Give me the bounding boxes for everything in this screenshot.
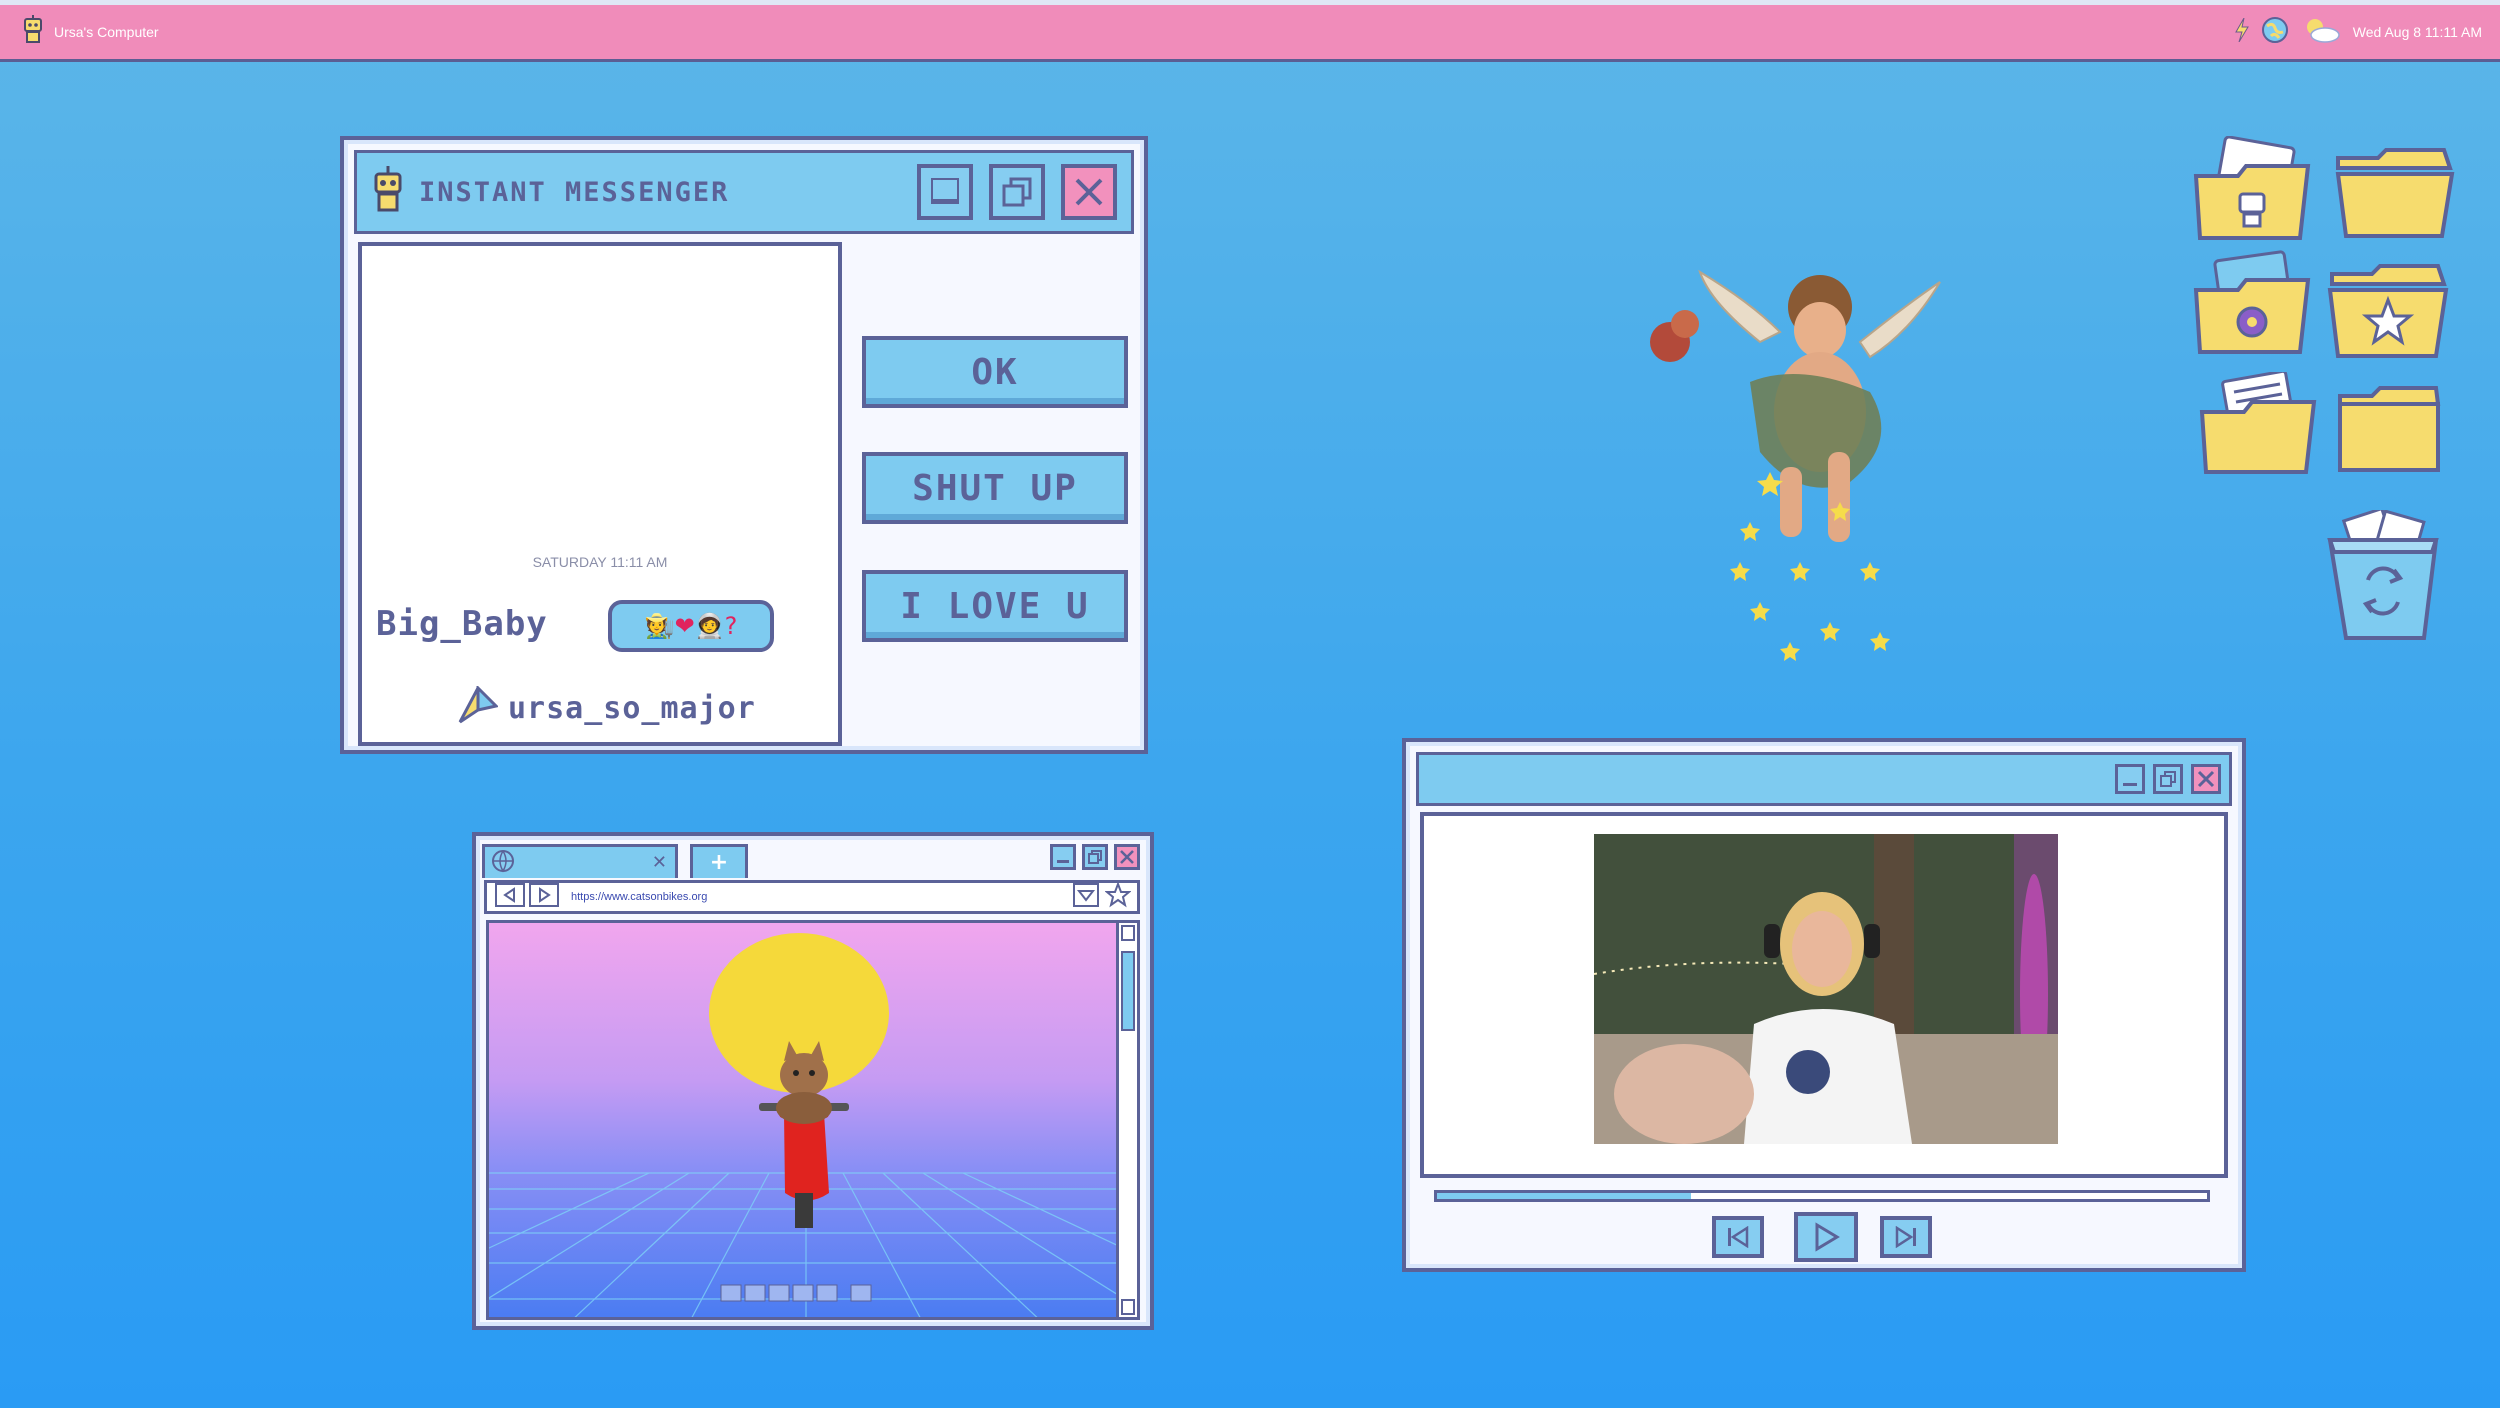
close-button[interactable]: [1114, 844, 1140, 870]
maximize-button[interactable]: [989, 164, 1045, 220]
lightning-icon[interactable]: [2234, 17, 2249, 46]
message-bubble: 🧑‍🌾❤🧑‍🚀?: [608, 600, 774, 652]
web-content[interactable]: [486, 920, 1120, 1320]
star-bookmark-icon[interactable]: [1104, 881, 1132, 912]
recycle-bin-icon[interactable]: [2324, 506, 2442, 646]
scroll-up-icon[interactable]: [1121, 925, 1135, 941]
flower-folder-icon[interactable]: [2190, 250, 2314, 362]
folder-icon[interactable]: [2334, 148, 2456, 244]
play-button[interactable]: [1794, 1212, 1858, 1262]
star-folder-icon[interactable]: [2326, 264, 2450, 364]
robot-icon: [371, 166, 405, 218]
shut-up-button[interactable]: SHUT UP: [862, 452, 1128, 524]
messenger-titlebar[interactable]: INSTANT MESSENGER: [354, 150, 1134, 234]
video-titlebar[interactable]: [1416, 752, 2232, 806]
video-player-window: [1402, 738, 2246, 1272]
folder-icon[interactable]: [2336, 386, 2442, 478]
close-button[interactable]: [1061, 164, 1117, 220]
minimize-button[interactable]: [917, 164, 973, 220]
robot-icon[interactable]: [22, 15, 44, 49]
messenger-title: INSTANT MESSENGER: [419, 176, 730, 208]
back-icon[interactable]: [495, 883, 525, 911]
address-bar: https://www.catsonbikes.org: [484, 880, 1140, 914]
cherub-sticker: [1640, 262, 1990, 682]
browser-tab[interactable]: ✕: [482, 844, 678, 878]
minimize-button[interactable]: [2115, 764, 2145, 794]
close-button[interactable]: [2191, 764, 2221, 794]
maximize-button[interactable]: [1082, 844, 1108, 870]
progress-fill: [1437, 1193, 1692, 1199]
message-content: 🧑‍🌾❤🧑‍🚀?: [644, 612, 738, 640]
previous-button[interactable]: [1712, 1216, 1764, 1258]
chat-history: SATURDAY 11:11 AM Big_Baby 🧑‍🌾❤🧑‍🚀? ursa…: [358, 242, 842, 746]
browser-window: ✕ + https://www.catsonbikes.org: [472, 832, 1154, 1330]
clock: Wed Aug 8 11:11 AM: [2352, 24, 2482, 40]
robot-folder-icon[interactable]: [2190, 135, 2314, 248]
url-field[interactable]: https://www.catsonbikes.org: [571, 891, 707, 903]
message-timestamp: SATURDAY 11:11 AM: [532, 554, 668, 570]
new-tab-button[interactable]: +: [690, 844, 748, 878]
globe-icon[interactable]: [2261, 16, 2289, 48]
instant-messenger-window: INSTANT MESSENGER SATURDAY 11:11 AM Big_…: [340, 136, 1148, 754]
computer-name: Ursa's Computer: [54, 24, 159, 40]
minimize-button[interactable]: [1050, 844, 1076, 870]
scrollbar[interactable]: [1116, 920, 1140, 1320]
sender-name: Big_Baby: [376, 604, 548, 644]
next-button[interactable]: [1880, 1216, 1932, 1258]
scroll-thumb[interactable]: [1121, 951, 1135, 1031]
taskbar: Ursa's Computer Wed Aug 8 11:11 AM: [0, 0, 2500, 62]
star-logo-icon: [458, 684, 499, 730]
globe-icon: [491, 849, 515, 877]
video-screen: [1420, 812, 2228, 1178]
document-folder-icon[interactable]: [2196, 369, 2320, 480]
user-name: ursa_so_major: [508, 690, 756, 726]
weather-icon[interactable]: [2301, 17, 2341, 47]
scroll-down-icon[interactable]: [1121, 1299, 1135, 1315]
maximize-button[interactable]: [2153, 764, 2183, 794]
tab-close-icon[interactable]: ✕: [652, 852, 667, 873]
ok-button[interactable]: OK: [862, 336, 1128, 408]
current-user: ursa_so_major: [458, 684, 756, 730]
video-frame[interactable]: [1594, 834, 2058, 1144]
dropdown-icon[interactable]: [1073, 883, 1099, 911]
forward-icon[interactable]: [529, 883, 559, 911]
i-love-u-button[interactable]: I LOVE U: [862, 570, 1128, 642]
progress-bar[interactable]: [1434, 1190, 2210, 1202]
plus-icon: +: [709, 850, 729, 875]
